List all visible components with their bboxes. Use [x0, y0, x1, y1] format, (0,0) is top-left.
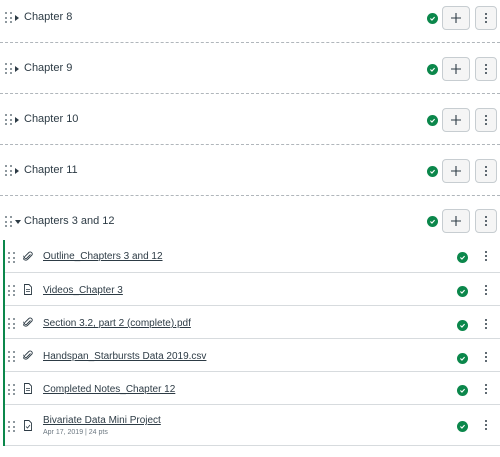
item-title-link[interactable]: Completed Notes_Chapter 12 — [43, 384, 175, 395]
published-check-icon[interactable] — [427, 115, 438, 126]
drag-handle-icon[interactable] — [5, 165, 13, 177]
kebab-icon — [485, 216, 487, 226]
add-item-button[interactable] — [442, 6, 470, 30]
expand-arrow-icon[interactable] — [15, 220, 21, 224]
module-options-button[interactable] — [475, 57, 497, 81]
drag-handle-icon[interactable] — [5, 63, 13, 75]
module-item[interactable]: Videos_Chapter 3 — [5, 273, 500, 306]
module-header[interactable]: Chapter 11 — [0, 145, 500, 196]
item-options-kebab-icon[interactable] — [485, 285, 487, 295]
module-title[interactable]: Chapter 8 — [24, 11, 72, 23]
published-check-icon[interactable] — [457, 421, 468, 432]
module-header[interactable]: Chapters 3 and 12 — [0, 196, 500, 240]
drag-handle-icon[interactable] — [5, 114, 13, 126]
item-meta: Apr 17, 2019 | 24 pts — [43, 429, 108, 436]
kebab-icon — [485, 64, 487, 74]
published-check-icon[interactable] — [457, 286, 468, 297]
item-options-kebab-icon[interactable] — [485, 420, 487, 430]
assignment-icon — [24, 420, 32, 431]
item-title-link[interactable]: Outline_Chapters 3 and 12 — [43, 251, 163, 262]
module-header[interactable]: Chapter 8 — [0, 0, 500, 43]
item-title-link[interactable]: Section 3.2, part 2 (complete).pdf — [43, 318, 191, 329]
collapse-arrow-icon[interactable] — [15, 117, 19, 123]
item-options-kebab-icon[interactable] — [485, 384, 487, 394]
add-item-button[interactable] — [442, 108, 470, 132]
module-title[interactable]: Chapter 10 — [24, 113, 78, 125]
collapse-arrow-icon[interactable] — [15, 15, 19, 21]
item-title-link[interactable]: Handspan_Starbursts Data 2019.csv — [43, 351, 206, 362]
drag-handle-icon[interactable] — [5, 216, 13, 228]
published-check-icon[interactable] — [457, 320, 468, 331]
item-options-kebab-icon[interactable] — [485, 319, 487, 329]
page-icon — [24, 383, 32, 394]
module-item[interactable]: Handspan_Starbursts Data 2019.csv — [5, 339, 500, 372]
drag-handle-icon[interactable] — [8, 285, 16, 297]
attachment-icon — [23, 317, 33, 327]
kebab-icon — [485, 166, 487, 176]
drag-handle-icon[interactable] — [8, 384, 16, 396]
add-item-button[interactable] — [442, 159, 470, 183]
module-items-list: Outline_Chapters 3 and 12 Videos_Chapter… — [3, 240, 500, 446]
drag-handle-icon[interactable] — [8, 351, 16, 363]
page-icon — [24, 284, 32, 295]
published-check-icon[interactable] — [427, 216, 438, 227]
module-title[interactable]: Chapter 9 — [24, 62, 72, 74]
add-item-button[interactable] — [442, 57, 470, 81]
attachment-icon — [23, 251, 33, 261]
drag-handle-icon[interactable] — [5, 12, 13, 24]
attachment-icon — [23, 350, 33, 360]
module-item[interactable]: Outline_Chapters 3 and 12 — [5, 240, 500, 273]
collapse-arrow-icon[interactable] — [15, 168, 19, 174]
published-check-icon[interactable] — [427, 64, 438, 75]
item-title-link[interactable]: Videos_Chapter 3 — [43, 285, 123, 296]
published-check-icon[interactable] — [427, 166, 438, 177]
module-options-button[interactable] — [475, 159, 497, 183]
published-check-icon[interactable] — [427, 13, 438, 24]
drag-handle-icon[interactable] — [8, 421, 16, 433]
module-header[interactable]: Chapter 9 — [0, 43, 500, 94]
collapse-arrow-icon[interactable] — [15, 66, 19, 72]
item-title-link[interactable]: Bivariate Data Mini Project — [43, 415, 161, 426]
module-header[interactable]: Chapter 10 — [0, 94, 500, 145]
published-check-icon[interactable] — [457, 353, 468, 364]
item-options-kebab-icon[interactable] — [485, 251, 487, 261]
kebab-icon — [485, 115, 487, 125]
module-item[interactable]: Completed Notes_Chapter 12 — [5, 372, 500, 405]
module-options-button[interactable] — [475, 108, 497, 132]
kebab-icon — [485, 13, 487, 23]
published-check-icon[interactable] — [457, 385, 468, 396]
module-options-button[interactable] — [475, 6, 497, 30]
drag-handle-icon[interactable] — [8, 318, 16, 330]
item-options-kebab-icon[interactable] — [485, 352, 487, 362]
published-check-icon[interactable] — [457, 252, 468, 263]
module-title[interactable]: Chapter 11 — [24, 164, 78, 176]
module-item[interactable]: Section 3.2, part 2 (complete).pdf — [5, 306, 500, 339]
module-options-button[interactable] — [475, 209, 497, 233]
module-item[interactable]: Bivariate Data Mini Project Apr 17, 2019… — [5, 405, 500, 446]
add-item-button[interactable] — [442, 209, 470, 233]
drag-handle-icon[interactable] — [8, 252, 16, 264]
module-title[interactable]: Chapters 3 and 12 — [24, 215, 115, 227]
